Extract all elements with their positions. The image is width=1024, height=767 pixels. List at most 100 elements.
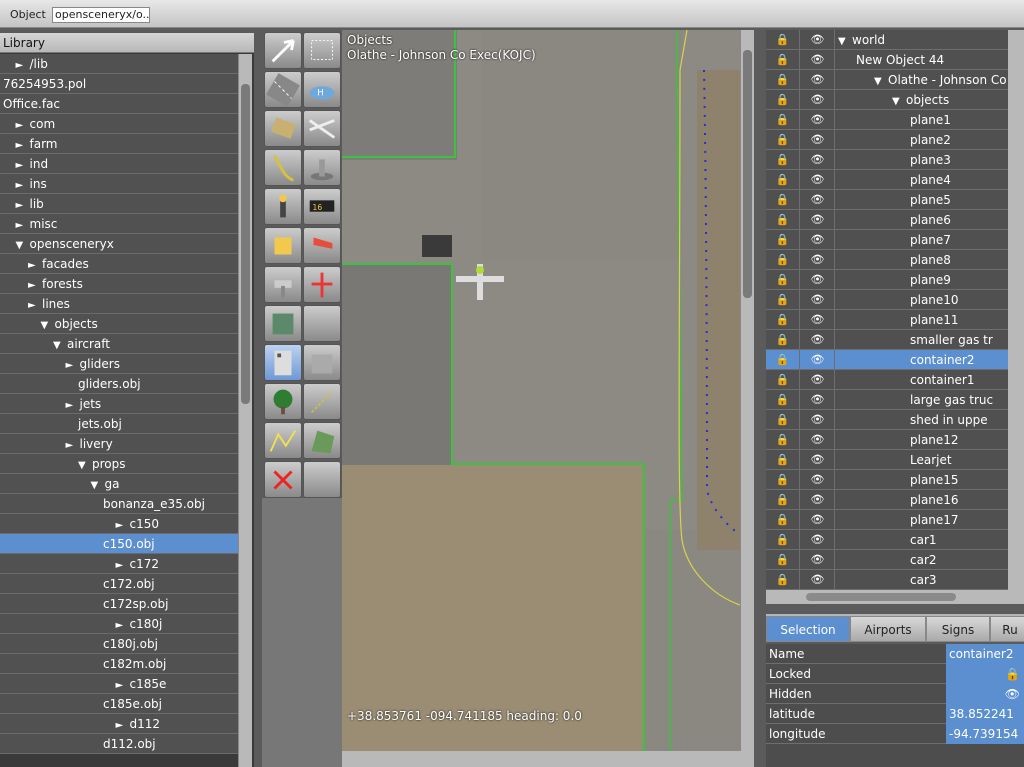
expanded-triangle-icon[interactable]: ▼ <box>874 72 888 92</box>
collapsed-triangle-icon[interactable]: ► <box>116 516 130 533</box>
lock-icon[interactable]: 🔒 <box>766 270 800 290</box>
library-item[interactable]: ► lines <box>0 294 238 314</box>
hierarchy-row[interactable]: 🔒 👁 New Object 44 <box>766 50 1008 70</box>
eye-icon[interactable]: 👁 <box>801 410 835 430</box>
hierarchy-row[interactable]: 🔒 👁 plane12 <box>766 430 1008 450</box>
library-item[interactable]: c180j.obj <box>0 634 238 654</box>
windsock-tool-button[interactable] <box>303 227 341 264</box>
tab-ru[interactable]: Ru <box>990 616 1024 642</box>
library-item[interactable]: ► c180j <box>0 614 238 634</box>
eye-icon[interactable]: 👁 <box>801 490 835 510</box>
lock-icon[interactable]: 🔒 <box>766 230 800 250</box>
eye-icon[interactable]: 👁 <box>801 270 835 290</box>
locked-toggle[interactable]: 🔒 <box>946 664 1024 684</box>
delete-tool-button[interactable] <box>264 461 302 498</box>
property-value[interactable]: -94.739154 <box>946 724 1024 744</box>
collapsed-triangle-icon[interactable]: ► <box>16 116 30 133</box>
property-value[interactable]: 38.852241 <box>946 704 1024 724</box>
library-item[interactable]: ► ind <box>0 154 238 174</box>
lock-icon[interactable]: 🔒 <box>766 30 800 50</box>
expanded-triangle-icon[interactable]: ▼ <box>892 92 906 112</box>
library-item[interactable]: ► ins <box>0 174 238 194</box>
lock-icon[interactable]: 🔒 <box>766 150 800 170</box>
lock-icon[interactable]: 🔒 <box>766 370 800 390</box>
library-item[interactable]: ▼ opensceneryx <box>0 234 238 254</box>
blank-tool-tool-button[interactable] <box>303 461 341 498</box>
lock-icon[interactable]: 🔒 <box>766 330 800 350</box>
lock-icon[interactable]: 🔒 <box>766 550 800 570</box>
hierarchy-row[interactable]: 🔒 👁 plane4 <box>766 170 1008 190</box>
eye-icon[interactable]: 👁 <box>801 90 835 110</box>
light-fixture-tool-button[interactable] <box>264 266 302 303</box>
lock-icon[interactable]: 🔒 <box>766 390 800 410</box>
lock-icon[interactable]: 🔒 <box>766 170 800 190</box>
ramp-start-tool-button[interactable] <box>264 227 302 264</box>
hierarchy-row[interactable]: 🔒 👁 plane17 <box>766 510 1008 530</box>
collapsed-triangle-icon[interactable]: ► <box>16 156 30 173</box>
hierarchy-row[interactable]: 🔒 👁 plane2 <box>766 130 1008 150</box>
runway-tool-button[interactable] <box>264 71 302 108</box>
lock-icon[interactable]: 🔒 <box>766 70 800 90</box>
eye-icon[interactable]: 👁 <box>801 390 835 410</box>
expanded-triangle-icon[interactable]: ▼ <box>16 236 30 253</box>
hierarchy-row[interactable]: 🔒 👁 ▼ objects <box>766 90 1008 110</box>
library-scroll-thumb[interactable] <box>241 84 250 404</box>
collapsed-triangle-icon[interactable]: ► <box>16 176 30 193</box>
library-item[interactable]: ▼ aircraft <box>0 334 238 354</box>
line-tool-button[interactable] <box>303 383 341 420</box>
map-vertical-scrollbar[interactable] <box>740 30 754 751</box>
taxiway-tool-button[interactable] <box>264 110 302 147</box>
eye-icon[interactable]: 👁 <box>801 30 835 50</box>
lock-icon[interactable]: 🔒 <box>766 110 800 130</box>
plane-object-tool-button[interactable] <box>303 266 341 303</box>
eye-icon[interactable]: 👁 <box>801 210 835 230</box>
eye-icon[interactable]: 👁 <box>801 290 835 310</box>
eye-icon[interactable]: 👁 <box>801 510 835 530</box>
eye-icon[interactable]: 👁 <box>801 370 835 390</box>
library-item[interactable]: ► d112 <box>0 714 238 734</box>
eye-icon[interactable]: 👁 <box>801 310 835 330</box>
library-item[interactable]: ► forests <box>0 274 238 294</box>
lock-icon[interactable]: 🔒 <box>766 250 800 270</box>
library-item[interactable]: ► misc <box>0 214 238 234</box>
library-item[interactable]: ►/lib <box>0 54 238 74</box>
library-item[interactable]: c172.obj <box>0 574 238 594</box>
eye-icon[interactable]: 👁 <box>801 150 835 170</box>
object-path-field[interactable]: opensceneryx/o... <box>52 7 150 23</box>
library-item[interactable]: ▼ props <box>0 454 238 474</box>
lock-icon[interactable]: 🔒 <box>766 190 800 210</box>
lock-icon[interactable]: 🔒 <box>766 470 800 490</box>
eye-icon[interactable]: 👁 <box>801 330 835 350</box>
library-item[interactable]: 76254953.pol <box>0 74 238 94</box>
library-item[interactable]: c150.obj <box>0 534 238 554</box>
collapsed-triangle-icon[interactable]: ► <box>28 276 42 293</box>
library-item[interactable]: ► c150 <box>0 514 238 534</box>
collapsed-triangle-icon[interactable]: ► <box>28 296 42 313</box>
expanded-triangle-icon[interactable]: ▼ <box>838 32 852 52</box>
hierarchy-row[interactable]: 🔒 👁 plane5 <box>766 190 1008 210</box>
lock-icon[interactable]: 🔒 <box>766 450 800 470</box>
library-item[interactable]: ► gliders <box>0 354 238 374</box>
marquee-select-tool-button[interactable] <box>303 32 341 69</box>
library-item[interactable]: ► facades <box>0 254 238 274</box>
hierarchy-row[interactable]: 🔒 👁 car2 <box>766 550 1008 570</box>
lock-icon[interactable]: 🔒 <box>766 50 800 70</box>
hierarchy-row[interactable]: 🔒 👁 container1 <box>766 370 1008 390</box>
eye-icon[interactable]: 👁 <box>801 70 835 90</box>
lock-icon[interactable]: 🔒 <box>766 350 800 370</box>
hierarchy-row[interactable]: 🔒 👁 plane8 <box>766 250 1008 270</box>
hidden-toggle[interactable]: 👁 <box>946 684 1024 704</box>
hierarchy-row[interactable]: 🔒 👁 plane16 <box>766 490 1008 510</box>
library-item[interactable]: Office.fac <box>0 94 238 114</box>
library-item[interactable]: c172sp.obj <box>0 594 238 614</box>
hierarchy-row[interactable]: 🔒 👁 plane3 <box>766 150 1008 170</box>
collapsed-triangle-icon[interactable]: ► <box>116 716 130 733</box>
expanded-triangle-icon[interactable]: ▼ <box>41 316 55 333</box>
eye-icon[interactable]: 👁 <box>801 470 835 490</box>
hierarchy-row[interactable]: 🔒 👁 container2 <box>766 350 1008 370</box>
hierarchy-row[interactable]: 🔒 👁 plane10 <box>766 290 1008 310</box>
collapsed-triangle-icon[interactable]: ► <box>116 556 130 573</box>
eye-icon[interactable]: 👁 <box>801 250 835 270</box>
lock-icon[interactable]: 🔒 <box>766 410 800 430</box>
library-item[interactable]: c185e.obj <box>0 694 238 714</box>
